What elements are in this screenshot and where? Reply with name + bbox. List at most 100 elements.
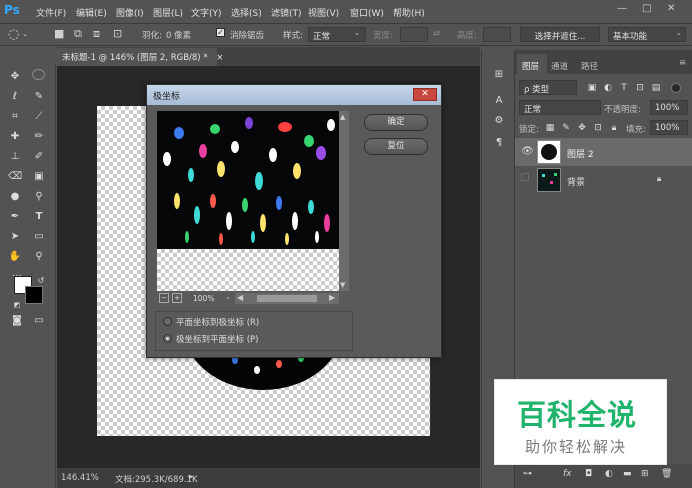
layer-name[interactable]: 背景 xyxy=(567,175,585,188)
type-filter-icon[interactable]: T xyxy=(617,81,631,95)
scroll-left-icon[interactable]: ◀ xyxy=(237,293,243,302)
crop-icon[interactable]: ⌗ xyxy=(8,110,22,124)
layer-kind-filter[interactable]: ρ 类型 xyxy=(519,80,577,95)
close-window-button[interactable]: ✕ xyxy=(667,3,675,14)
menu-help[interactable]: 帮助(H) xyxy=(393,6,425,19)
reset-button[interactable]: 复位 xyxy=(364,138,428,155)
eyedropper-icon[interactable]: ⟋ xyxy=(32,110,46,124)
filter-preview[interactable] xyxy=(157,111,339,291)
dodge-icon[interactable]: ⚲ xyxy=(32,190,46,204)
eye-icon[interactable]: 👁︎ xyxy=(521,146,534,157)
group-icon[interactable]: ▬ xyxy=(623,469,632,479)
delete-layer-icon[interactable]: 🗑︎ xyxy=(661,469,672,479)
paragraph-icon[interactable]: ¶ xyxy=(492,136,506,150)
ok-button[interactable]: 确定 xyxy=(364,114,428,131)
dialog-close-button[interactable]: ✕ xyxy=(413,88,437,101)
zoom-in-button[interactable]: + xyxy=(172,293,182,303)
move-tool-icon[interactable]: ✥ xyxy=(8,70,22,84)
quick-mask-icon[interactable]: ◙ xyxy=(10,314,24,328)
menu-select[interactable]: 选择(S) xyxy=(231,6,262,19)
zoom-tool-icon[interactable]: ⚲ xyxy=(32,250,46,264)
dialog-title-bar[interactable]: 极坐标 xyxy=(147,85,441,105)
preview-vertical-scrollbar[interactable]: ▲ ▼ xyxy=(339,111,349,291)
link-layers-icon[interactable]: ⊶ xyxy=(523,469,532,479)
tab-layers[interactable]: 图层 xyxy=(522,60,539,72)
tab-paths[interactable]: 路径 xyxy=(581,60,598,72)
pen-icon[interactable]: ✒ xyxy=(8,210,22,224)
subtract-selection-icon[interactable]: ⧈ xyxy=(93,27,100,41)
smart-object-filter-icon[interactable]: ▤ xyxy=(649,81,663,95)
lasso-icon[interactable]: ℓ xyxy=(8,90,22,104)
blend-mode-select[interactable]: 正常 xyxy=(519,100,601,115)
lock-image-icon[interactable]: ✎ xyxy=(559,121,573,135)
scroll-thumb[interactable] xyxy=(257,295,317,302)
clone-stamp-icon[interactable]: ⊥ xyxy=(8,150,22,164)
layer-name[interactable]: 图层 2 xyxy=(567,147,594,160)
chevron-down-icon[interactable]: ⌄ xyxy=(22,30,28,38)
menu-type[interactable]: 文字(Y) xyxy=(191,6,222,19)
maximize-button[interactable]: □ xyxy=(642,3,651,14)
polar-to-rect-radio[interactable] xyxy=(163,334,172,343)
history-brush-icon[interactable]: ✐ xyxy=(32,150,46,164)
tab-channels[interactable]: 通道 xyxy=(551,60,568,72)
history-icon[interactable]: ⊞ xyxy=(492,68,506,82)
lock-position-icon[interactable]: ✥ xyxy=(575,121,589,135)
intersect-selection-icon[interactable]: ⊡ xyxy=(113,27,122,40)
feather-input[interactable]: 0 像素 xyxy=(166,29,191,41)
document-tab[interactable]: 未标题-1 @ 146% (图层 2, RGB/8) * × xyxy=(57,48,223,66)
menu-layer[interactable]: 图层(L) xyxy=(153,6,183,19)
height-input[interactable] xyxy=(483,27,511,42)
add-mask-icon[interactable]: ◘ xyxy=(585,469,592,479)
polar-to-rect-label[interactable]: 极坐标到平面坐标 (P) xyxy=(176,333,258,345)
blur-icon[interactable]: ● xyxy=(8,190,22,204)
shape-filter-icon[interactable]: ⊡ xyxy=(633,81,647,95)
path-selection-icon[interactable]: ➤ xyxy=(8,230,22,244)
eraser-icon[interactable]: ⌫ xyxy=(8,170,22,184)
zoom-out-button[interactable]: − xyxy=(159,293,169,303)
swap-colors-icon[interactable]: ↺ xyxy=(34,274,48,288)
opacity-input[interactable]: 100% xyxy=(650,100,688,115)
menu-filter[interactable]: 滤镜(T) xyxy=(271,6,302,19)
new-selection-icon[interactable]: ■ xyxy=(54,27,64,40)
fx-icon[interactable]: fx xyxy=(563,469,572,479)
layer-row-background[interactable]: 背景 🔒︎ xyxy=(515,166,692,194)
brush-icon[interactable]: ✏ xyxy=(32,130,46,144)
menu-view[interactable]: 视图(V) xyxy=(308,6,339,19)
status-expand-icon[interactable]: ▸ xyxy=(189,472,193,482)
add-selection-icon[interactable]: ⧉ xyxy=(74,27,82,41)
healing-brush-icon[interactable]: ✚ xyxy=(8,130,22,144)
screen-mode-icon[interactable]: ▭ xyxy=(32,314,46,328)
elliptical-marquee-icon[interactable] xyxy=(32,69,45,80)
pixel-filter-icon[interactable]: ▣ xyxy=(585,81,599,95)
panel-menu-icon[interactable]: ≡ xyxy=(679,58,686,68)
type-tool-icon[interactable]: T xyxy=(32,210,46,224)
scroll-up-icon[interactable]: ▲ xyxy=(340,113,345,121)
rectangle-tool-icon[interactable]: ▭ xyxy=(32,230,46,244)
select-and-mask-button[interactable]: 选择并遮住... xyxy=(520,27,600,42)
menu-edit[interactable]: 编辑(E) xyxy=(76,6,107,19)
preview-horizontal-scrollbar[interactable]: ◀ ▶ xyxy=(235,293,339,304)
properties-icon[interactable]: ⚙ xyxy=(492,114,506,128)
filter-toggle-icon[interactable] xyxy=(671,83,681,93)
rect-to-polar-label[interactable]: 平面坐标到极坐标 (R) xyxy=(176,316,259,328)
lock-artboard-icon[interactable]: ⊡ xyxy=(591,121,605,135)
lock-transparent-icon[interactable]: ▦ xyxy=(543,121,557,135)
workspace-select[interactable]: 基本功能 xyxy=(608,27,686,42)
hand-tool-icon[interactable]: ✋ xyxy=(8,250,22,264)
background-color-swatch[interactable] xyxy=(25,286,43,304)
menu-image[interactable]: 图像(I) xyxy=(116,6,144,19)
chevron-down-icon[interactable]: ⌄ xyxy=(225,293,231,301)
scroll-right-icon[interactable]: ▶ xyxy=(329,293,335,302)
gradient-icon[interactable]: ▣ xyxy=(32,170,46,184)
minimize-button[interactable]: — xyxy=(617,3,627,14)
menu-file[interactable]: 文件(F) xyxy=(36,6,66,19)
lock-all-icon[interactable]: 🔒︎ xyxy=(607,121,621,135)
layer-row-layer2[interactable]: 👁︎ 图层 2 xyxy=(515,138,692,166)
rect-to-polar-radio[interactable] xyxy=(163,317,172,326)
new-layer-icon[interactable]: ⊞ xyxy=(641,469,649,479)
menu-window[interactable]: 窗口(W) xyxy=(350,6,384,19)
adjustment-layer-icon[interactable]: ◐ xyxy=(605,469,613,479)
swap-icon[interactable]: ⇄ xyxy=(433,29,440,39)
close-tab-icon[interactable]: × xyxy=(216,53,223,63)
scroll-down-icon[interactable]: ▼ xyxy=(340,281,345,289)
